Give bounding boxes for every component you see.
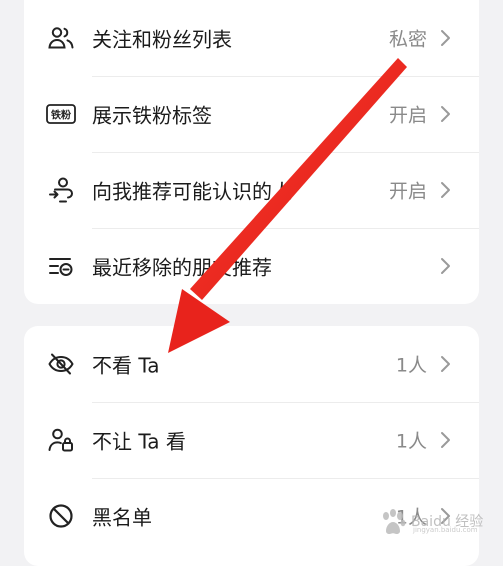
chevron-right-icon xyxy=(439,354,453,374)
row-value: 开启 xyxy=(388,180,427,203)
row-follow-fan-list[interactable]: 关注和粉丝列表 私密 xyxy=(24,0,479,76)
badge-text: 铁粉 xyxy=(51,108,71,121)
baidu-watermark: Baidu 经验 jingyan.baidu.com xyxy=(377,505,495,539)
row-label: 不看 Ta xyxy=(92,353,160,378)
recommend-people-icon xyxy=(46,175,76,205)
row-label: 向我推荐可能认识的人 xyxy=(92,179,292,204)
row-dont-let-them-see[interactable]: 不让 Ta 看 1人 xyxy=(24,402,479,478)
row-recommend-people[interactable]: 向我推荐可能认识的人 开启 xyxy=(24,152,479,228)
row-label: 黑名单 xyxy=(92,505,152,530)
row-value: 1人 xyxy=(395,354,427,377)
iron-fan-badge-icon: 铁粉 xyxy=(46,99,76,129)
row-value: 开启 xyxy=(388,104,427,127)
row-label: 关注和粉丝列表 xyxy=(92,27,232,52)
row-removed-recommendations[interactable]: 最近移除的朋友推荐 xyxy=(24,228,479,304)
chevron-right-icon xyxy=(439,430,453,450)
users-icon xyxy=(46,23,76,53)
chevron-right-icon xyxy=(439,28,453,48)
watermark-subtext: jingyan.baidu.com xyxy=(413,526,478,534)
row-label: 不让 Ta 看 xyxy=(92,429,186,454)
row-value: 1人 xyxy=(395,430,427,453)
user-lock-icon xyxy=(46,425,76,455)
ban-icon xyxy=(46,501,76,531)
row-label: 展示铁粉标签 xyxy=(92,103,212,128)
chevron-right-icon xyxy=(439,256,453,276)
row-label: 最近移除的朋友推荐 xyxy=(92,255,272,280)
row-value: 私密 xyxy=(388,28,427,51)
row-dont-see-them[interactable]: 不看 Ta 1人 xyxy=(24,326,479,402)
privacy-settings-card: 关注和粉丝列表 私密 铁粉 展示铁粉标签 开启 向我推荐可能认识的人 开启 最近… xyxy=(24,0,479,304)
paw-logo-icon xyxy=(383,509,406,534)
chevron-right-icon xyxy=(439,104,453,124)
chevron-right-icon xyxy=(439,180,453,200)
row-iron-fan-badge[interactable]: 铁粉 展示铁粉标签 开启 xyxy=(24,76,479,152)
removed-list-icon xyxy=(46,251,76,281)
eye-off-icon xyxy=(46,349,76,379)
